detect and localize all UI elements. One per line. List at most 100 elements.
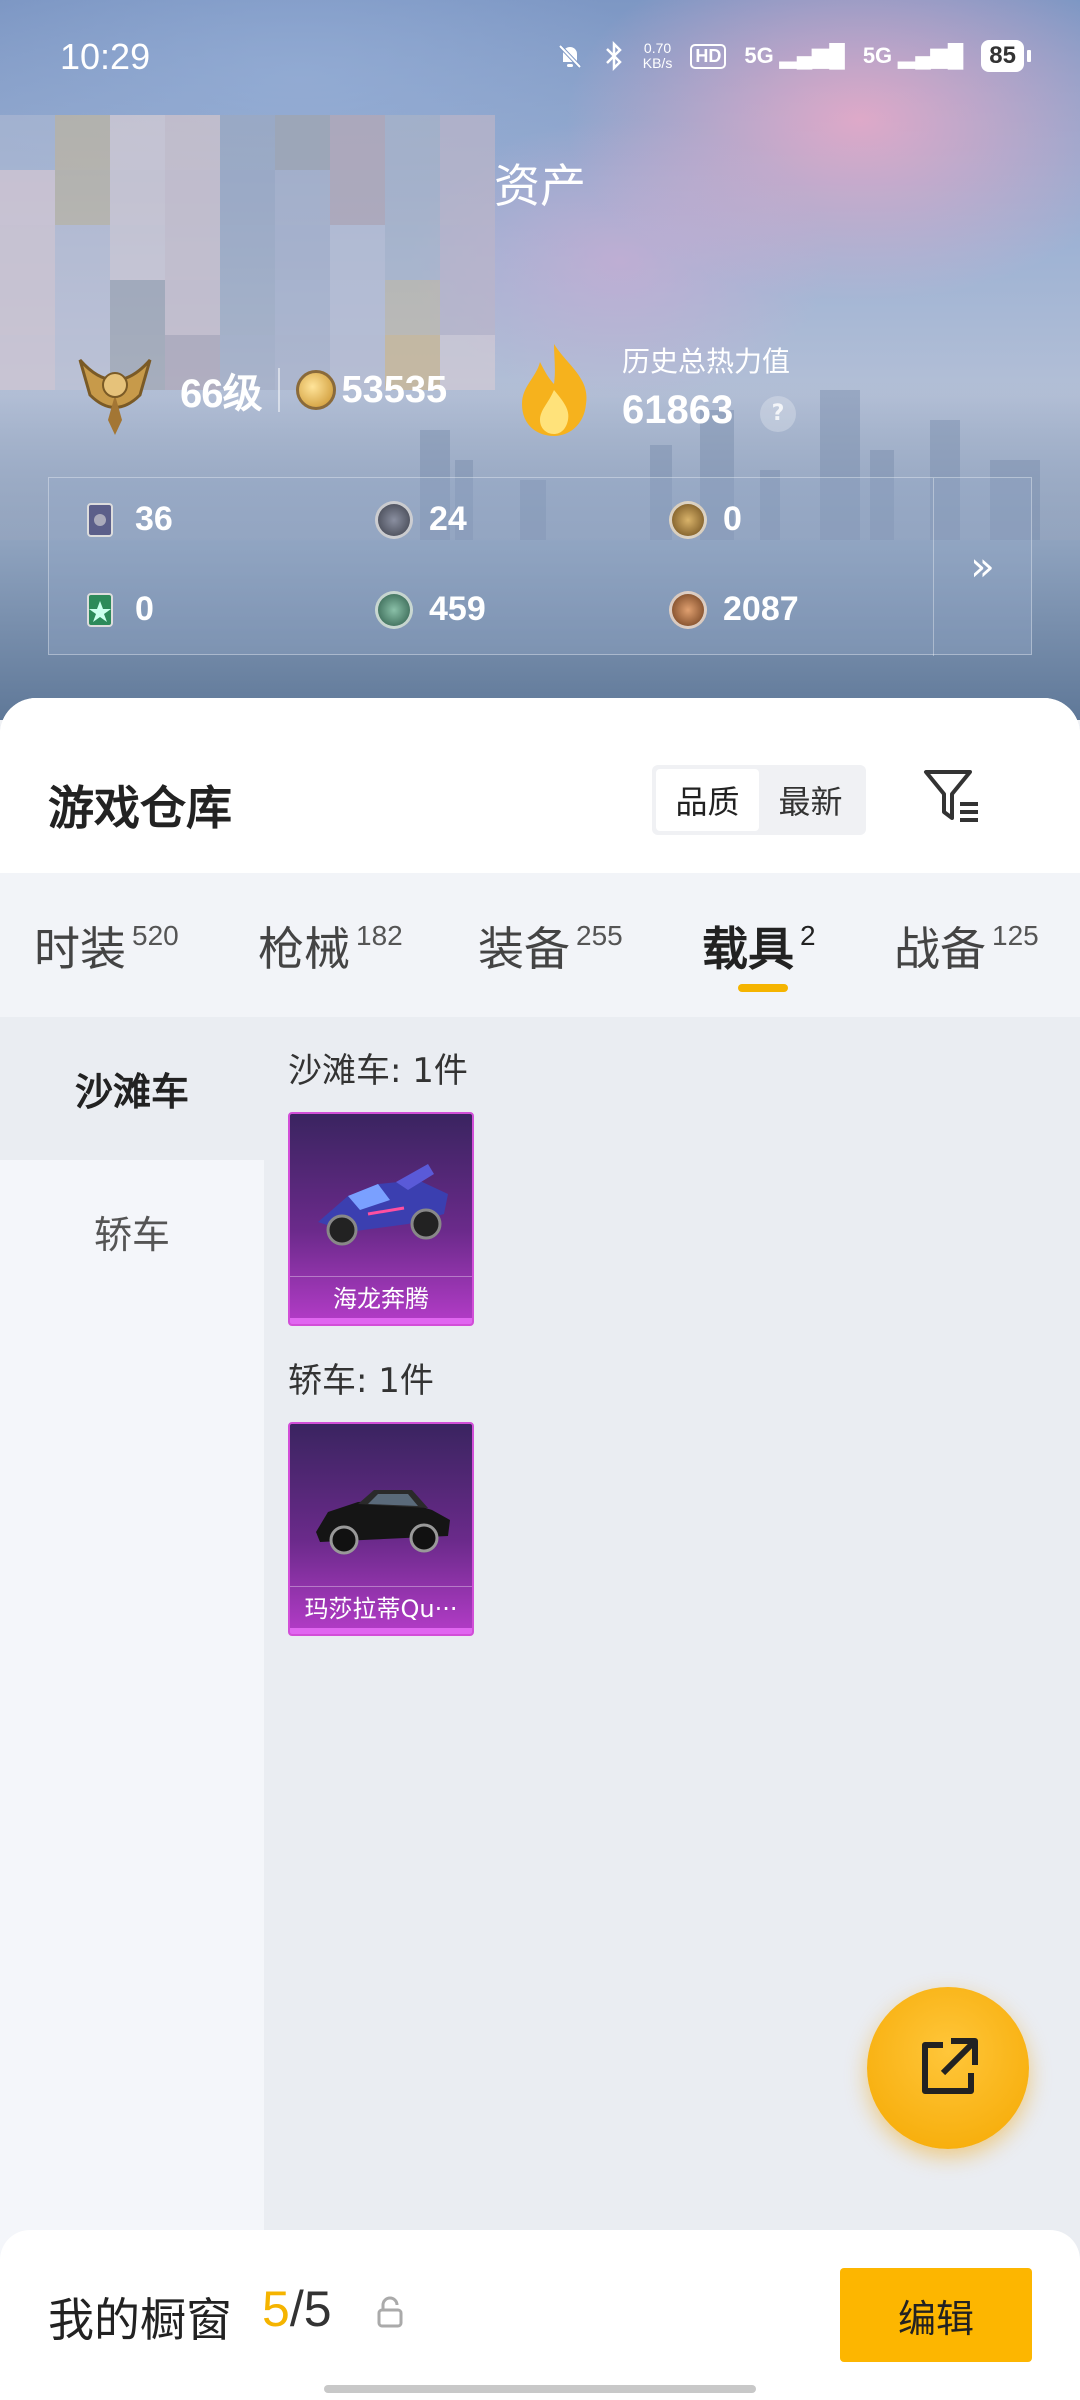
active-tab-indicator — [738, 984, 788, 992]
mosaic-cell — [55, 280, 110, 335]
dark-coin-icon — [375, 500, 413, 539]
asset-header: 10:29 0.70 KB/s HD 5G ▂▄▆█ 5G ▂▄▆█ 85 资产 — [0, 0, 1080, 720]
currency-item: 24 — [375, 500, 467, 539]
group-title-beach-buggy: 沙滩车: 1件 — [288, 1051, 468, 1091]
group-title-sedan: 轿车: 1件 — [288, 1361, 434, 1401]
rank-coin-icon — [295, 370, 336, 410]
mosaic-cell — [110, 170, 165, 225]
sort-toggle: 品质 最新 — [652, 765, 866, 835]
mosaic-cell — [110, 280, 165, 335]
mosaic-cell — [330, 115, 385, 170]
signal-icon-1: 5G ▂▄▆█ — [744, 43, 845, 68]
mosaic-cell — [220, 115, 275, 170]
tab-weapons[interactable]: 枪械 182 — [258, 913, 403, 979]
edit-button[interactable]: 编辑 — [840, 2268, 1032, 2362]
currency-panel: 36 24 0 0 459 2087 » — [48, 477, 1032, 656]
item-list: 沙滩车: 1件 海龙奔腾 轿车: 1件 玛莎拉蒂Qu··· — [264, 1017, 1080, 2400]
mosaic-cell — [165, 280, 220, 335]
mosaic-cell — [165, 115, 220, 170]
warehouse-title: 游戏仓库 — [48, 781, 232, 835]
currency-item: 0 — [669, 500, 742, 539]
mosaic-cell — [330, 170, 385, 225]
item-name: 玛莎拉蒂Qu··· — [304, 1595, 458, 1623]
sidebar-item-beach-buggy[interactable]: 沙滩车 — [0, 1017, 264, 1160]
double-chevron-right-icon: » — [970, 544, 995, 590]
mosaic-cell — [0, 225, 55, 280]
filter-icon[interactable] — [920, 764, 984, 828]
mosaic-cell — [0, 170, 55, 225]
mosaic-cell — [440, 115, 495, 170]
currency-item: 36 — [81, 500, 173, 539]
tab-combat-gear[interactable]: 战备 125 — [894, 913, 1039, 979]
showcase-bar: 我的橱窗 5/5 编辑 — [0, 2230, 1080, 2400]
hd-icon: HD — [690, 43, 727, 69]
mosaic-cell — [330, 225, 385, 280]
mosaic-cell — [440, 225, 495, 280]
share-button[interactable] — [867, 1987, 1029, 2149]
status-bar: 10:29 0.70 KB/s HD 5G ▂▄▆█ 5G ▂▄▆█ 85 — [0, 0, 1080, 120]
mosaic-cell — [220, 225, 275, 280]
rank-points: 53535 — [341, 368, 448, 411]
mosaic-cell — [165, 225, 220, 280]
buggy-image — [318, 1164, 448, 1246]
item-name: 海龙奔腾 — [333, 1285, 429, 1313]
home-indicator — [324, 2385, 756, 2393]
currency-item: 459 — [375, 590, 486, 629]
more-currencies-button[interactable]: » — [933, 478, 1031, 656]
mosaic-cell — [440, 170, 495, 225]
green-coin-icon — [375, 590, 413, 629]
mosaic-cell — [385, 115, 440, 170]
heat-label: 历史总热力值 — [622, 345, 791, 378]
sort-quality-button[interactable]: 品质 — [656, 769, 759, 831]
status-icons: 0.70 KB/s HD 5G ▂▄▆█ 5G ▂▄▆█ 85 — [555, 40, 1031, 72]
mosaic-cell — [0, 335, 55, 390]
tab-equipment[interactable]: 装备 255 — [478, 913, 623, 979]
tab-fashion[interactable]: 时装 520 — [34, 913, 179, 979]
net-speed: 0.70 KB/s — [642, 40, 673, 71]
battery-icon: 85 — [981, 40, 1031, 72]
player-level: 66级 — [180, 372, 262, 416]
mosaic-cell — [55, 225, 110, 280]
mosaic-cell — [110, 225, 165, 280]
warehouse-header: 游戏仓库 品质 最新 — [0, 698, 1080, 873]
mosaic-cell — [220, 280, 275, 335]
mosaic-cell — [385, 280, 440, 335]
help-icon[interactable]: ? — [760, 396, 796, 432]
bronze-coin-icon — [669, 590, 707, 629]
mosaic-cell — [275, 115, 330, 170]
showcase-count: 5/5 — [262, 2281, 332, 2337]
signal-icon-2: 5G ▂▄▆█ — [862, 43, 964, 68]
heat-value: 61863 — [622, 388, 734, 432]
mosaic-cell — [385, 170, 440, 225]
mosaic-cell — [385, 225, 440, 280]
mosaic-cell — [440, 280, 495, 335]
mosaic-cell — [0, 280, 55, 335]
mosaic-cell — [220, 170, 275, 225]
divider — [277, 368, 280, 412]
sort-latest-button[interactable]: 最新 — [759, 769, 862, 831]
rank-emblem-icon — [78, 359, 152, 435]
mosaic-cell — [0, 115, 55, 170]
currency-item: 2087 — [669, 590, 799, 629]
sidebar-item-sedan[interactable]: 轿车 — [0, 1160, 264, 1303]
mosaic-cell — [110, 115, 165, 170]
mute-bell-icon — [558, 44, 582, 69]
mosaic-cell — [275, 280, 330, 335]
card-icon — [87, 502, 113, 537]
currency-grid: 36 24 0 0 459 2087 — [49, 478, 935, 656]
gold-medal-icon — [669, 500, 707, 539]
item-card[interactable]: 玛莎拉蒂Qu··· — [288, 1422, 474, 1636]
showcase-label: 我的橱窗 — [48, 2293, 232, 2347]
green-card-icon — [87, 592, 113, 627]
tab-vehicles[interactable]: 载具 2 — [702, 913, 816, 979]
mosaic-cell — [330, 280, 385, 335]
sedan-image — [316, 1490, 450, 1555]
share-external-icon — [922, 2038, 978, 2094]
mosaic-cell — [275, 170, 330, 225]
warehouse-sheet: 游戏仓库 品质 最新 时装 520 枪械 182 装备 255 载具 2 战备 125 沙… — [0, 698, 1080, 2400]
item-card[interactable]: 海龙奔腾 — [288, 1112, 474, 1326]
currency-item: 0 — [81, 590, 154, 629]
level-row: 66级 53535 — [70, 340, 447, 440]
mosaic-cell — [55, 115, 110, 170]
mosaic-cell — [275, 225, 330, 280]
